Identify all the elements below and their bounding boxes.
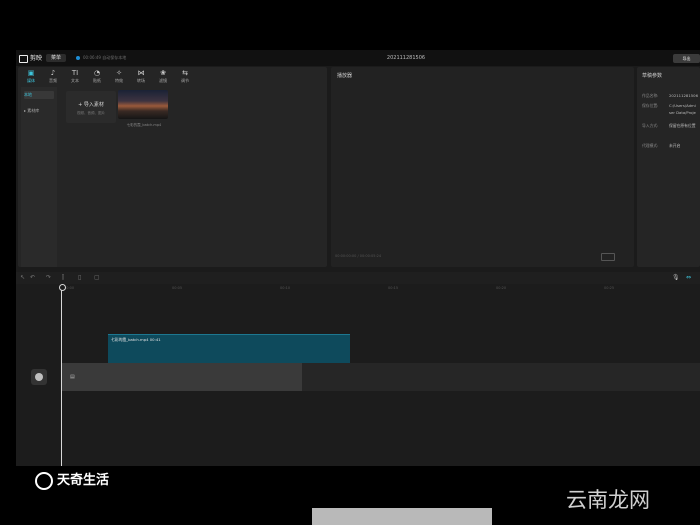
film-icon: ▤ bbox=[70, 374, 75, 380]
draft-properties-panel: 草稿参数 作品名称: 202111281506 保存位置: C:/Users/Admi… bbox=[637, 67, 700, 267]
media-panel: ▣ 媒体 ♪ 音频 TI 文本 ◔ 贴纸 ✧ 特效 ⋈ 转场 ❀ 滤镜 ⇆ 调节 本地 ▸ 素材库 + 导入素… bbox=[18, 67, 327, 267]
ruler-tick: 00:20 bbox=[496, 286, 507, 290]
delete-icon[interactable]: ▯ bbox=[78, 274, 81, 281]
player-timecode: 00:00:00:00 / 00:00:05:24 bbox=[335, 254, 382, 258]
undo-icon[interactable]: ↶ bbox=[30, 274, 35, 281]
tool-adjust-icon: ⇆ bbox=[182, 69, 188, 77]
redo-icon[interactable]: ↷ bbox=[46, 274, 51, 281]
watermark-logo-icon bbox=[35, 471, 53, 490]
watermark-left: 天奇生活 bbox=[35, 469, 109, 490]
select-cursor-icon[interactable]: ↖ bbox=[20, 274, 25, 281]
prop-value: 未开启 bbox=[669, 143, 681, 148]
editor-screen: 剪映 菜单 00:06:49 自动保存本地 202111281506 导出 ▣ 媒… bbox=[16, 50, 700, 466]
tool-media[interactable]: ▣ 媒体 bbox=[22, 69, 40, 84]
prop-key: 代理模式: bbox=[642, 143, 659, 148]
player-title: 播放器 bbox=[337, 73, 353, 79]
cover-button[interactable] bbox=[31, 369, 47, 385]
main-track-clip[interactable]: ▤ bbox=[61, 363, 302, 391]
timeline: 00:00 00:05 00:10 00:15 00:20 00:25 七彩的霞_batc… bbox=[16, 284, 700, 466]
ruler-tick: 00:15 bbox=[388, 286, 399, 290]
ruler-tick: 00:10 bbox=[280, 286, 291, 290]
prop-value: 保留在原有位置 bbox=[669, 123, 696, 128]
tool-sticker[interactable]: ◔ 贴纸 bbox=[88, 69, 106, 84]
tool-transition-label: 转场 bbox=[137, 78, 145, 83]
media-sidebar: 本地 ▸ 素材库 bbox=[21, 87, 57, 267]
playhead-handle[interactable] bbox=[59, 284, 66, 291]
import-media-button[interactable]: + 导入素材 视频、音频、图片 bbox=[66, 91, 116, 123]
prop-key: 保存位置: bbox=[642, 103, 659, 108]
watermark-left-text: 天奇生活 bbox=[57, 473, 110, 488]
import-sublabel: 视频、音频、图片 bbox=[77, 111, 105, 115]
ruler-tick: 00:25 bbox=[604, 286, 615, 290]
tool-transition-icon: ⋈ bbox=[137, 69, 145, 77]
save-status-icon bbox=[76, 56, 80, 60]
tool-audio-label: 音频 bbox=[49, 78, 57, 83]
clip-label: 七彩的霞_batch.mp4 00:41 bbox=[111, 337, 161, 342]
watermark-right: 云南龙网 bbox=[566, 488, 650, 512]
save-status: 00:06:49 自动保存本地 bbox=[83, 55, 127, 60]
microphone-icon[interactable]: 🎙 bbox=[672, 274, 680, 281]
export-button[interactable]: 导出 bbox=[673, 54, 700, 63]
monitor-stand bbox=[312, 508, 492, 525]
playhead[interactable] bbox=[61, 286, 62, 466]
main-track[interactable]: ▤ bbox=[61, 363, 700, 391]
cover-icon bbox=[35, 373, 43, 381]
sidebar-item-library[interactable]: ▸ 素材库 bbox=[24, 107, 54, 115]
tool-filter-label: 滤镜 bbox=[159, 78, 167, 83]
prop-key: 导入方式: bbox=[642, 123, 659, 128]
project-title: 202111281506 bbox=[386, 55, 426, 61]
prop-value: 202111281506 bbox=[669, 93, 698, 98]
tool-text-icon: TI bbox=[71, 69, 79, 77]
tool-sticker-icon: ◔ bbox=[93, 69, 101, 77]
tool-text-label: 文本 bbox=[71, 78, 79, 83]
app-logo: 剪映 bbox=[19, 53, 42, 63]
split-icon[interactable]: ⫿ bbox=[62, 274, 64, 282]
tool-sticker-label: 贴纸 bbox=[93, 78, 101, 83]
prop-value: C:/Users/Admi bbox=[669, 103, 696, 108]
timeline-toolbar: ↖ ↶ ↷ ⫿ ▯ ▢ 🎙 ⇔ bbox=[16, 272, 700, 284]
app-name: 剪映 bbox=[30, 55, 43, 62]
aspect-ratio-button[interactable] bbox=[601, 253, 615, 261]
player-panel: 播放器 00:00:00:00 / 00:00:05:24 bbox=[331, 67, 634, 267]
tool-effects[interactable]: ✧ 特效 bbox=[110, 69, 128, 84]
sidebar-item-local[interactable]: 本地 bbox=[24, 91, 54, 99]
tool-transition[interactable]: ⋈ 转场 bbox=[132, 69, 150, 84]
media-filename: 七彩的霞_batch.mp4 bbox=[126, 123, 162, 127]
import-label: + 导入素材 bbox=[78, 102, 104, 108]
ruler-tick: 00:05 bbox=[172, 286, 183, 290]
prop-key: 作品名称: bbox=[642, 93, 659, 98]
video-clip[interactable]: 七彩的霞_batch.mp4 00:41 bbox=[108, 334, 350, 363]
tool-text[interactable]: TI 文本 bbox=[66, 69, 84, 84]
media-thumbnail[interactable] bbox=[118, 90, 168, 119]
prop-value: ser Data/Proje bbox=[669, 110, 696, 115]
media-toolbar: ▣ 媒体 ♪ 音频 TI 文本 ◔ 贴纸 ✧ 特效 ⋈ 转场 ❀ 滤镜 ⇆ 调节 bbox=[18, 67, 327, 85]
tool-audio-icon: ♪ bbox=[50, 69, 56, 77]
tool-media-icon: ▣ bbox=[27, 69, 35, 77]
tool-adjust-label: 调节 bbox=[181, 78, 189, 83]
tool-filter-icon: ❀ bbox=[160, 69, 166, 77]
tool-adjust[interactable]: ⇆ 调节 bbox=[176, 69, 194, 84]
tool-filter[interactable]: ❀ 滤镜 bbox=[154, 69, 172, 84]
tool-media-label: 媒体 bbox=[27, 78, 35, 83]
title-bar: 剪映 菜单 00:06:49 自动保存本地 202111281506 导出 bbox=[16, 50, 700, 66]
tool-effects-label: 特效 bbox=[115, 78, 123, 83]
crop-icon[interactable]: ▢ bbox=[94, 274, 100, 281]
props-title: 草稿参数 bbox=[642, 73, 663, 79]
tool-effects-icon: ✧ bbox=[116, 69, 122, 77]
menu-button[interactable]: 菜单 bbox=[46, 54, 66, 62]
link-toggle-icon[interactable]: ⇔ bbox=[686, 274, 691, 281]
tool-audio[interactable]: ♪ 音频 bbox=[44, 69, 62, 84]
app-logo-icon bbox=[19, 54, 28, 63]
